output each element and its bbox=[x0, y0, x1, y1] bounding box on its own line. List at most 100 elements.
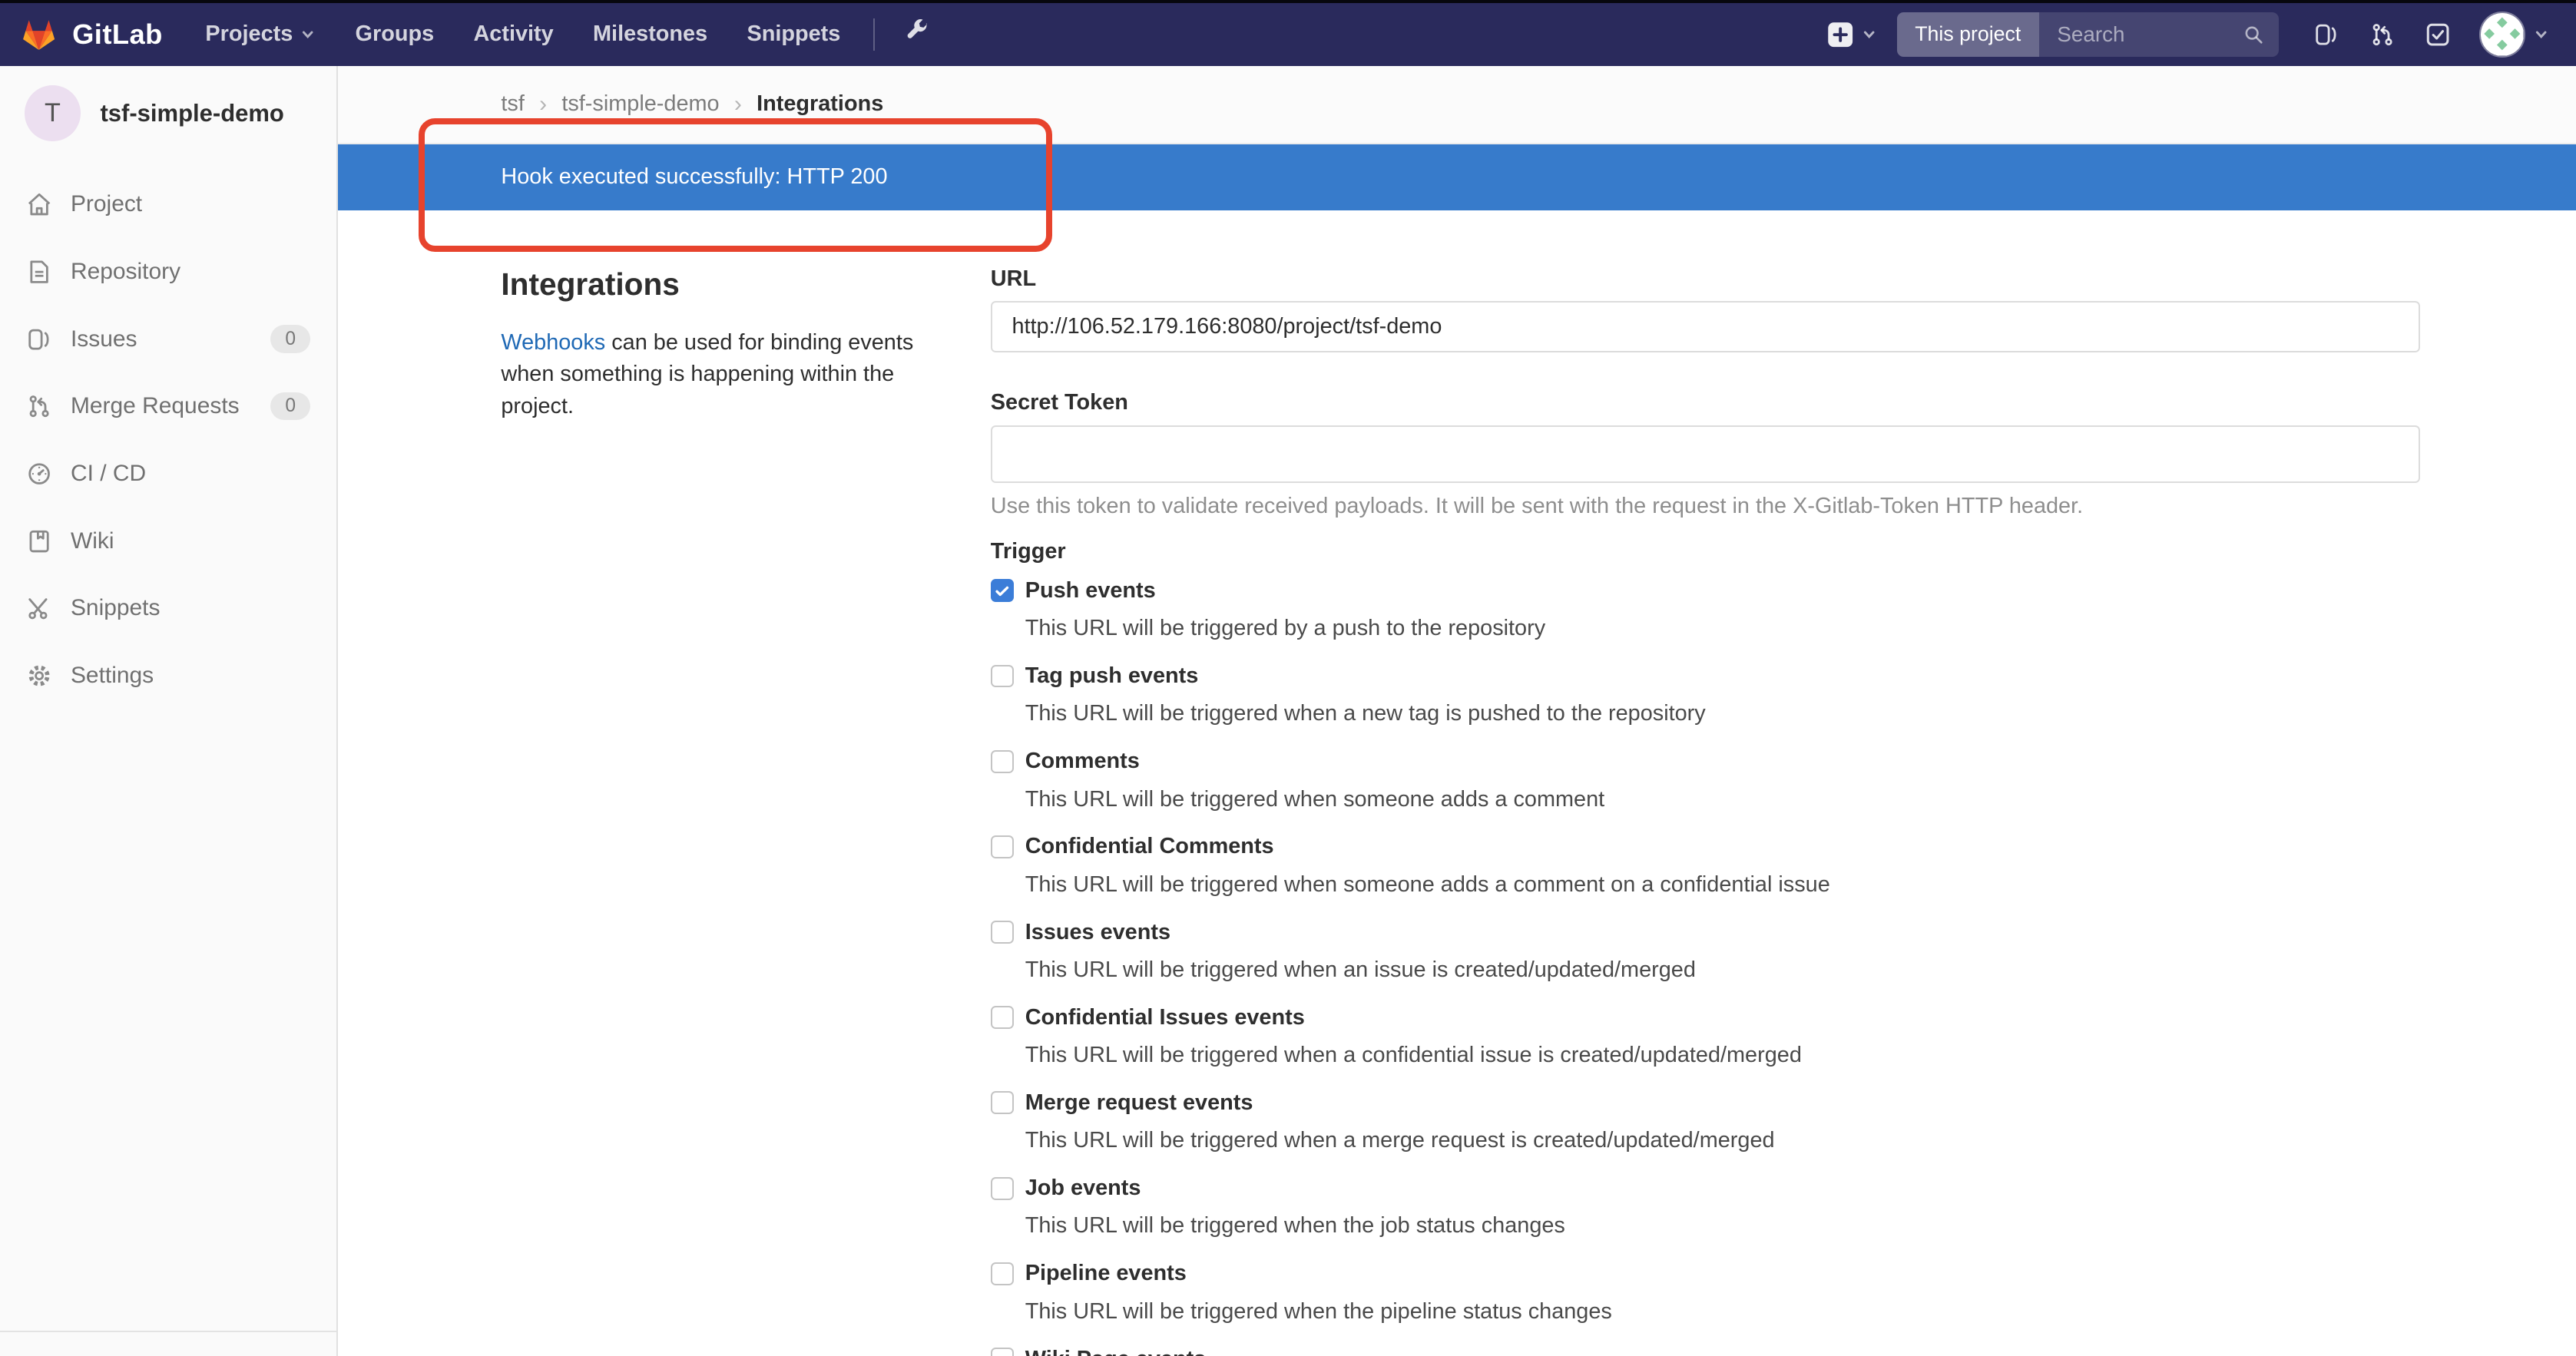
breadcrumb: tsf › tsf-simple-demo › Integrations bbox=[501, 91, 883, 117]
nav-link-activity[interactable]: Activity bbox=[454, 3, 574, 65]
checkbox-unchecked-icon[interactable] bbox=[990, 1176, 1014, 1200]
nav-link-milestones[interactable]: Milestones bbox=[573, 3, 727, 65]
todo-check-icon bbox=[2425, 21, 2451, 48]
search-icon bbox=[2243, 24, 2264, 45]
primary-nav: Projects Groups Activity Milestones Snippets bbox=[186, 3, 860, 65]
sidebar-item-label: Settings bbox=[70, 663, 154, 689]
trigger-checkbox-label[interactable]: Merge request events bbox=[990, 1086, 2420, 1120]
trigger-name: Confidential Issues events bbox=[1025, 1004, 1305, 1030]
sidebar-item-settings[interactable]: Settings bbox=[0, 642, 336, 709]
trigger-row-confidential-comments: Confidential Comments This URL will be tr… bbox=[990, 831, 2420, 901]
sidebar-item-label: Project bbox=[70, 191, 143, 217]
secret-token-help-text: Use this token to validate received payl… bbox=[990, 494, 2084, 519]
gitlab-home-link[interactable]: GitLab bbox=[20, 17, 163, 51]
nav-link-groups[interactable]: Groups bbox=[336, 3, 454, 65]
trigger-row-confidential-issues-events: Confidential Issues events This URL will … bbox=[990, 1001, 2420, 1072]
sidebar-item-project[interactable]: Project bbox=[0, 170, 336, 238]
trigger-checkbox-label[interactable]: Wiki Page events bbox=[990, 1343, 2420, 1356]
trigger-name: Issues events bbox=[1025, 919, 1171, 944]
secret-token-label: Secret Token bbox=[990, 389, 1128, 415]
sidebar-item-label: Repository bbox=[70, 258, 181, 284]
project-avatar: T bbox=[25, 85, 81, 141]
secret-token-input[interactable] bbox=[990, 425, 2420, 483]
sidebar-item-repository[interactable]: Repository bbox=[0, 238, 336, 306]
url-field-group: URL bbox=[990, 266, 2420, 352]
breadcrumb-item-tsf[interactable]: tsf bbox=[501, 91, 524, 117]
sidebar-item-snippets[interactable]: Snippets bbox=[0, 575, 336, 643]
nav-link-label: Projects bbox=[205, 21, 293, 47]
wrench-icon bbox=[905, 18, 929, 50]
checkbox-unchecked-icon[interactable] bbox=[990, 749, 1014, 773]
merge-requests-dashboard-button[interactable] bbox=[2369, 21, 2396, 48]
checkbox-unchecked-icon[interactable] bbox=[990, 1348, 1014, 1356]
trigger-name: Job events bbox=[1025, 1176, 1141, 1201]
trigger-checkbox-label[interactable]: Job events bbox=[990, 1172, 2420, 1205]
search-scope-toggle[interactable]: This project bbox=[1896, 12, 2039, 57]
sidebar-item-merge-requests[interactable]: Merge Requests 0 bbox=[0, 372, 336, 440]
issues-dashboard-button[interactable] bbox=[2313, 21, 2339, 48]
breadcrumb-item-integrations: Integrations bbox=[757, 91, 884, 117]
project-context-link[interactable]: T tsf-simple-demo bbox=[0, 66, 336, 158]
sidebar-item-label: Merge Requests bbox=[70, 393, 240, 419]
trigger-checkbox-label[interactable]: Pipeline events bbox=[990, 1257, 2420, 1290]
search-input[interactable] bbox=[2054, 20, 2243, 49]
todos-button[interactable] bbox=[2425, 21, 2451, 48]
url-label: URL bbox=[990, 266, 1037, 291]
sidebar-item-wiki[interactable]: Wiki bbox=[0, 508, 336, 575]
sidebar-item-label: CI / CD bbox=[70, 461, 147, 486]
document-icon bbox=[26, 259, 52, 285]
trigger-name: Merge request events bbox=[1025, 1090, 1253, 1115]
page-title: Integrations bbox=[501, 266, 680, 302]
user-avatar[interactable] bbox=[2479, 12, 2525, 58]
nav-link-label: Groups bbox=[355, 21, 435, 47]
sidebar-item-ci-cd[interactable]: CI / CD bbox=[0, 440, 336, 508]
sidebar-item-label: Issues bbox=[70, 326, 137, 352]
checkbox-unchecked-icon[interactable] bbox=[990, 921, 1014, 944]
main-content: Integrations Webhooks can be used for bi… bbox=[336, 210, 2576, 1356]
checkbox-unchecked-icon[interactable] bbox=[990, 664, 1014, 688]
snippets-icon bbox=[26, 595, 52, 621]
trigger-checkbox-label[interactable]: Push events bbox=[990, 574, 2420, 607]
trigger-description: This URL will be triggered when a confid… bbox=[1025, 1043, 1802, 1068]
sidebar-item-label: Wiki bbox=[70, 528, 114, 554]
trigger-row-tag-push-events: Tag push events This URL will be triggere… bbox=[990, 660, 2420, 730]
trigger-checkbox-label[interactable]: Confidential Issues events bbox=[990, 1001, 2420, 1034]
trigger-description: This URL will be triggered when a new ta… bbox=[1025, 701, 1706, 726]
chevron-down-icon[interactable] bbox=[2533, 26, 2549, 42]
webhook-form: URL Secret Token Use this token to valid… bbox=[990, 266, 2420, 1356]
checkbox-unchecked-icon[interactable] bbox=[990, 835, 1014, 858]
issues-icon bbox=[26, 326, 52, 352]
trigger-row-push-events: Push events This URL will be triggered by… bbox=[990, 574, 2420, 645]
nav-link-snippets[interactable]: Snippets bbox=[727, 3, 860, 65]
wiki-icon bbox=[26, 528, 52, 554]
window-top-edge bbox=[0, 0, 2576, 4]
flash-notice-banner: Hook executed successfully: HTTP 200 bbox=[336, 144, 2576, 210]
trigger-name: Confidential Comments bbox=[1025, 834, 1274, 859]
settings-icon bbox=[26, 663, 52, 689]
trigger-name: Wiki Page events bbox=[1025, 1347, 1207, 1356]
trigger-name: Push events bbox=[1025, 577, 1156, 603]
sidebar-item-issues[interactable]: Issues 0 bbox=[0, 306, 336, 373]
admin-area-button[interactable] bbox=[888, 18, 945, 50]
breadcrumb-item-tsf-simple-demo[interactable]: tsf-simple-demo bbox=[561, 91, 719, 117]
count-badge: 0 bbox=[270, 392, 311, 421]
trigger-checkbox-label[interactable]: Confidential Comments bbox=[990, 831, 2420, 864]
trigger-checkbox-label[interactable]: Comments bbox=[990, 745, 2420, 778]
checkbox-unchecked-icon[interactable] bbox=[990, 1091, 1014, 1115]
url-input[interactable] bbox=[990, 301, 2420, 352]
trigger-checkbox-label[interactable]: Tag push events bbox=[990, 660, 2420, 693]
trigger-row-issues-events: Issues events This URL will be triggered … bbox=[990, 916, 2420, 987]
nav-link-projects[interactable]: Projects bbox=[186, 3, 336, 65]
nav-link-label: Activity bbox=[473, 21, 554, 47]
project-sidebar: T tsf-simple-demo Project Repository Issue… bbox=[0, 65, 339, 1356]
checkbox-unchecked-icon[interactable] bbox=[990, 1262, 1014, 1285]
checkbox-checked-icon[interactable] bbox=[990, 579, 1014, 603]
issues-icon bbox=[2313, 21, 2339, 48]
trigger-checkbox-label[interactable]: Issues events bbox=[990, 916, 2420, 949]
count-badge: 0 bbox=[270, 325, 311, 353]
trigger-row-job-events: Job events This URL will be triggered whe… bbox=[990, 1172, 2420, 1242]
new-menu-button[interactable] bbox=[1826, 21, 1877, 48]
checkbox-unchecked-icon[interactable] bbox=[990, 1006, 1014, 1030]
trigger-label: Trigger bbox=[990, 539, 1066, 564]
webhooks-link[interactable]: Webhooks bbox=[501, 330, 605, 355]
